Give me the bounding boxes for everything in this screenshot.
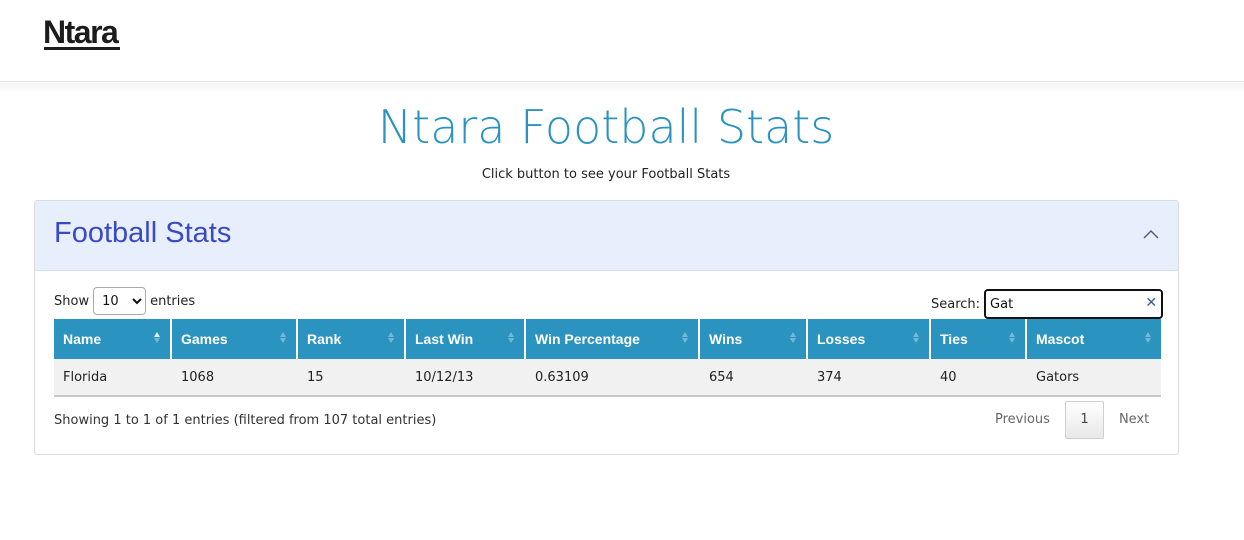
column-header-label: Name bbox=[63, 331, 102, 347]
table-row[interactable]: Florida 1068 15 10/12/13 0.63109 654 374… bbox=[54, 359, 1161, 397]
table-cell: 374 bbox=[808, 359, 931, 397]
card-header[interactable]: Football Stats bbox=[35, 201, 1178, 271]
table-cell: 40 bbox=[931, 359, 1027, 397]
page-subtitle: Click button to see your Football Stats bbox=[481, 167, 731, 182]
sort-icon bbox=[154, 332, 160, 343]
show-label: Show bbox=[54, 293, 90, 309]
column-header-label: Win Percentage bbox=[535, 331, 640, 347]
table-cell: 654 bbox=[700, 359, 808, 397]
column-header-wins[interactable]: Wins bbox=[700, 319, 808, 359]
logo-underline bbox=[44, 47, 120, 50]
search-control: Search: ✕ bbox=[931, 289, 1164, 319]
column-header-label: Rank bbox=[307, 331, 342, 347]
navbar-shadow bbox=[0, 83, 1244, 93]
sort-icon bbox=[913, 332, 919, 343]
stats-table: Name Games Rank Last Win Win Percentage … bbox=[54, 319, 1161, 397]
table-cell: 1068 bbox=[172, 359, 298, 397]
table-cell: 0.63109 bbox=[526, 359, 700, 397]
sort-icon bbox=[508, 332, 514, 343]
chevron-up-icon[interactable] bbox=[1139, 223, 1163, 247]
page-1-button[interactable]: 1 bbox=[1064, 401, 1104, 439]
entries-per-page-select[interactable]: 10 bbox=[93, 287, 147, 315]
previous-button[interactable]: Previous bbox=[980, 401, 1065, 439]
search-input[interactable] bbox=[984, 289, 1164, 319]
sort-icon bbox=[1145, 332, 1151, 343]
column-header-label: Losses bbox=[817, 331, 866, 347]
pagination: Previous 1 Next bbox=[980, 401, 1164, 439]
sort-icon bbox=[388, 332, 394, 343]
table-cell: Gators bbox=[1027, 359, 1161, 397]
page-title: Ntara Football Stats bbox=[377, 100, 835, 154]
table-cell: Florida bbox=[54, 359, 172, 397]
table-cell: 10/12/13 bbox=[406, 359, 526, 397]
column-header-label: Games bbox=[181, 331, 228, 347]
column-header-mascot[interactable]: Mascot bbox=[1027, 319, 1161, 359]
sort-icon bbox=[280, 332, 286, 343]
next-button[interactable]: Next bbox=[1104, 401, 1164, 439]
top-navbar: Ntara bbox=[0, 0, 1244, 82]
column-header-win-percentage[interactable]: Win Percentage bbox=[526, 319, 700, 359]
column-header-losses[interactable]: Losses bbox=[808, 319, 931, 359]
column-header-last-win[interactable]: Last Win bbox=[406, 319, 526, 359]
sort-icon bbox=[790, 332, 796, 343]
sort-icon bbox=[1009, 332, 1015, 343]
column-header-label: Mascot bbox=[1036, 331, 1085, 347]
table-cell: 15 bbox=[298, 359, 406, 397]
column-header-games[interactable]: Games bbox=[172, 319, 298, 359]
column-header-label: Ties bbox=[940, 331, 968, 347]
column-header-rank[interactable]: Rank bbox=[298, 319, 406, 359]
search-wrapper: ✕ bbox=[984, 289, 1164, 319]
close-icon[interactable]: ✕ bbox=[1145, 296, 1157, 310]
column-header-name[interactable]: Name bbox=[54, 319, 172, 359]
column-header-label: Wins bbox=[709, 331, 743, 347]
table-header-row: Name Games Rank Last Win Win Percentage … bbox=[54, 319, 1161, 359]
column-header-ties[interactable]: Ties bbox=[931, 319, 1027, 359]
entries-label: entries bbox=[150, 293, 196, 309]
sort-icon bbox=[682, 332, 688, 343]
ntara-logo[interactable]: Ntara bbox=[43, 16, 119, 48]
football-stats-card: Football Stats Show 10 entries Search: ✕… bbox=[34, 200, 1179, 455]
entries-length-control: Show 10 entries bbox=[54, 287, 195, 315]
table-info: Showing 1 to 1 of 1 entries (filtered fr… bbox=[54, 413, 437, 428]
card-title: Football Stats bbox=[54, 217, 232, 249]
search-label: Search: bbox=[931, 296, 981, 312]
column-header-label: Last Win bbox=[415, 331, 474, 347]
